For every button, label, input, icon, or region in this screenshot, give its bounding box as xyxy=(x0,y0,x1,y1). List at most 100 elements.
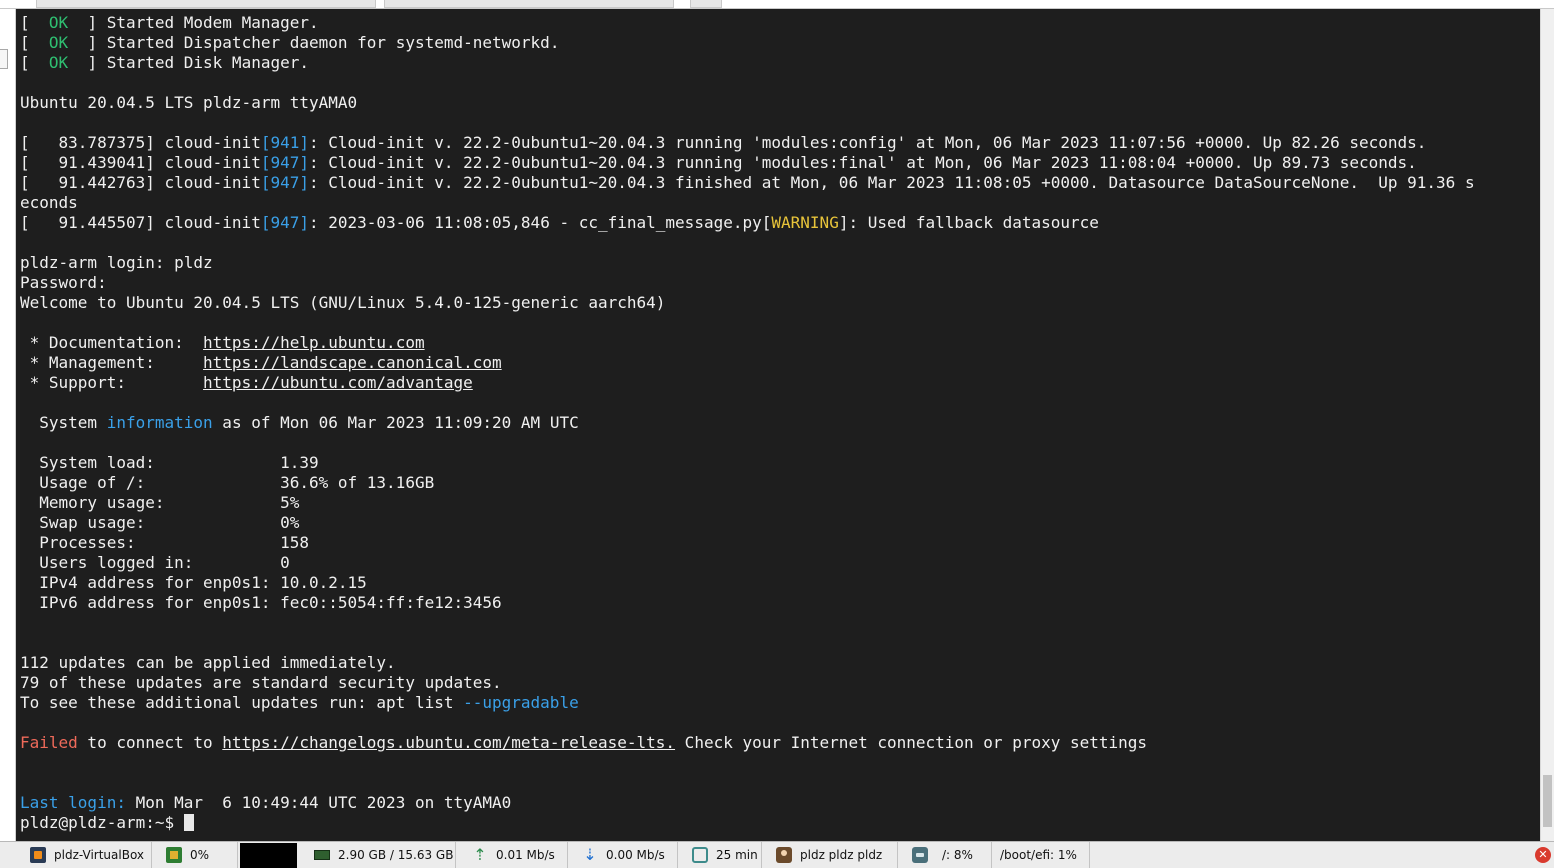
terminal-text: : Cloud-init v. 22.2-0ubuntu1~20.04.3 fi… xyxy=(309,173,1475,192)
terminal-link[interactable]: https://ubuntu.com/advantage xyxy=(203,373,473,392)
terminal-line: Last login: Mon Mar 6 10:49:44 UTC 2023 … xyxy=(20,793,1536,813)
terminal-line: Ubuntu 20.04.5 LTS pldz-arm ttyAMA0 xyxy=(20,93,1536,113)
scrollbar-thumb[interactable] xyxy=(1543,775,1552,827)
upload-speed-item[interactable]: ⇡ 0.01 Mb/s xyxy=(466,842,568,868)
terminal-text: pldz@pldz-arm:~$ xyxy=(20,813,184,832)
terminal-line: econds xyxy=(20,193,1536,213)
terminal-text: Processes: 158 xyxy=(20,533,309,552)
disk-root-item[interactable]: /: 8% xyxy=(906,842,992,868)
terminal-line: To see these additional updates run: apt… xyxy=(20,693,1536,713)
terminal-text: ] Started Disk Manager. xyxy=(68,53,309,72)
terminal-text: 112 updates can be applied immediately. xyxy=(20,653,396,672)
disk-efi-item[interactable]: /boot/efi: 1% xyxy=(994,842,1090,868)
terminal-window[interactable]: [ OK ] Started Modem Manager.[ OK ] Star… xyxy=(16,9,1540,841)
virtualbox-icon xyxy=(30,847,46,863)
browser-tab-1[interactable] xyxy=(36,0,376,8)
terminal-text: [941] xyxy=(260,133,309,152)
memory-usage-value: 2.90 GB / 15.63 GB xyxy=(338,848,454,862)
vm-name-label: pldz-VirtualBox xyxy=(54,848,145,862)
cpu-usage-item[interactable]: 0% xyxy=(160,842,238,868)
terminal-scrollbar[interactable] xyxy=(1540,9,1554,841)
terminal-text: [ 91.439041] cloud-init xyxy=(20,153,261,172)
terminal-text: OK xyxy=(48,53,69,72)
terminal-line: * Support: https://ubuntu.com/advantage xyxy=(20,373,1536,393)
left-gutter xyxy=(0,9,16,841)
terminal-text: Welcome to Ubuntu 20.04.5 LTS (GNU/Linux… xyxy=(20,293,666,312)
terminal-text: Memory usage: 5% xyxy=(20,493,300,512)
cpu-graph xyxy=(240,843,297,868)
vm-name-item[interactable]: pldz-VirtualBox xyxy=(24,842,152,868)
terminal-text: Password: xyxy=(20,273,107,292)
terminal-text: Ubuntu 20.04.5 LTS pldz-arm ttyAMA0 xyxy=(20,93,358,112)
users-item[interactable]: pldz pldz pldz xyxy=(770,842,898,868)
terminal-line: System information as of Mon 06 Mar 2023… xyxy=(20,413,1536,433)
terminal-line: Password: xyxy=(20,273,1536,293)
terminal-text: Swap usage: 0% xyxy=(20,513,300,532)
terminal-text: --upgradable xyxy=(463,693,579,712)
terminal-line: Failed to connect to https://changelogs.… xyxy=(20,733,1536,753)
download-arrow-icon: ⇣ xyxy=(583,845,597,864)
uptime-item[interactable]: 25 min xyxy=(686,842,762,868)
terminal-text: [ xyxy=(761,213,772,232)
terminal-text: [947] xyxy=(260,153,309,172)
terminal-text: Usage of /: 36.6% of 13.16GB xyxy=(20,473,435,492)
terminal-line: [ OK ] Started Dispatcher daemon for sys… xyxy=(20,33,1536,53)
terminal-text: ] Started Modem Manager. xyxy=(68,13,319,32)
terminal-text: WARNING xyxy=(771,213,839,232)
users-value: pldz pldz pldz xyxy=(800,848,883,862)
browser-tab-3[interactable] xyxy=(690,0,722,8)
terminal-line: System load: 1.39 xyxy=(20,453,1536,473)
close-circle-icon[interactable]: ✕ xyxy=(1535,847,1551,863)
terminal-text: [ xyxy=(20,33,49,52)
terminal-text: Users logged in: 0 xyxy=(20,553,290,572)
terminal-line: 79 of these updates are standard securit… xyxy=(20,673,1536,693)
terminal-line: Memory usage: 5% xyxy=(20,493,1536,513)
terminal-text: [947] xyxy=(260,213,309,232)
terminal-link[interactable]: https://landscape.canonical.com xyxy=(203,353,502,372)
terminal-text: [947] xyxy=(260,173,309,192)
terminal-text: OK xyxy=(48,13,69,32)
download-speed-item[interactable]: ⇣ 0.00 Mb/s xyxy=(576,842,678,868)
terminal-text: [ 91.445507] cloud-init xyxy=(20,213,261,232)
terminal-link[interactable]: https://changelogs.ubuntu.com/meta-relea… xyxy=(222,733,675,752)
terminal-text: IPv6 address for enp0s1: fec0::5054:ff:f… xyxy=(20,593,502,612)
memory-module-icon xyxy=(314,850,330,860)
terminal-text: to connect to xyxy=(77,733,223,752)
terminal-link[interactable]: https://help.ubuntu.com xyxy=(203,333,425,352)
clock-monitor-icon xyxy=(692,847,708,863)
terminal-text: : 2023-03-06 11:08:05,846 - cc_final_mes… xyxy=(309,213,762,232)
terminal-text: : Cloud-init v. 22.2-0ubuntu1~20.04.3 ru… xyxy=(309,153,1417,172)
terminal-line: [ 91.445507] cloud-init[947]: 2023-03-06… xyxy=(20,213,1536,233)
gutter-handle[interactable] xyxy=(0,49,8,69)
terminal-line: IPv4 address for enp0s1: 10.0.2.15 xyxy=(20,573,1536,593)
terminal-text: System xyxy=(20,413,107,432)
terminal-text: ] Started Dispatcher daemon for systemd-… xyxy=(68,33,560,52)
terminal-text: System load: 1.39 xyxy=(20,453,319,472)
terminal-text: * Management: xyxy=(20,353,204,372)
terminal-line: 112 updates can be applied immediately. xyxy=(20,653,1536,673)
terminal-line: Users logged in: 0 xyxy=(20,553,1536,573)
memory-usage-item[interactable]: 2.90 GB / 15.63 GB xyxy=(308,842,456,868)
terminal-line: [ 83.787375] cloud-init[941]: Cloud-init… xyxy=(20,133,1536,153)
browser-tab-2[interactable] xyxy=(384,0,674,8)
terminal-text: Check your Internet connection or proxy … xyxy=(675,733,1148,752)
terminal-text: IPv4 address for enp0s1: 10.0.2.15 xyxy=(20,573,367,592)
cpu-chip-icon xyxy=(166,847,182,863)
terminal-line: * Documentation: https://help.ubuntu.com xyxy=(20,333,1536,353)
terminal-text: [ xyxy=(20,53,49,72)
upload-arrow-icon: ⇡ xyxy=(473,845,487,864)
terminal-line: Welcome to Ubuntu 20.04.5 LTS (GNU/Linux… xyxy=(20,293,1536,313)
terminal-line: [ OK ] Started Modem Manager. xyxy=(20,13,1536,33)
terminal-text: ]: Used fallback datasource xyxy=(838,213,1099,232)
terminal-line: IPv6 address for enp0s1: fec0::5054:ff:f… xyxy=(20,593,1536,613)
terminal-output: [ OK ] Started Modem Manager.[ OK ] Star… xyxy=(20,13,1536,833)
